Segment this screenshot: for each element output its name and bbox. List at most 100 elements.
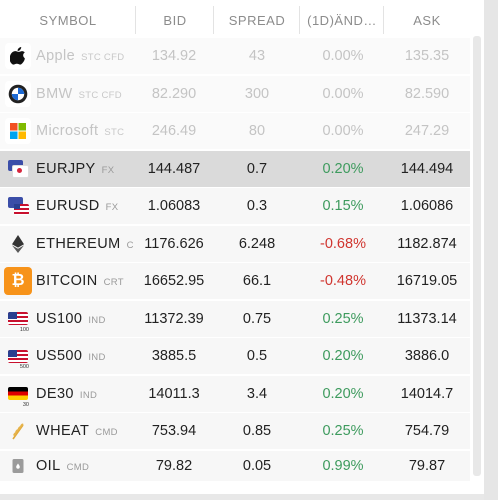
eur-jpy-flag-icon — [5, 156, 31, 182]
daily-change: 0.20% — [322, 160, 364, 177]
bid-price[interactable]: 144.487 — [136, 161, 212, 177]
column-header-spread[interactable]: SPREAD — [214, 0, 300, 40]
row-icon-cell — [0, 193, 36, 219]
ask-price[interactable]: 14014.7 — [384, 386, 470, 402]
symbol-type-tag: C — [126, 239, 134, 251]
germany-flag-icon: 30 — [5, 381, 31, 408]
table-row[interactable]: OIL CMD 79.82 0.05 0.99% 79.87 — [0, 450, 470, 481]
table-row[interactable]: WHEAT CMD 753.94 0.85 0.25% 754.79 — [0, 413, 470, 449]
bid-price[interactable]: 11372.39 — [136, 311, 212, 327]
symbol-name: WHEAT — [36, 423, 90, 439]
daily-change: 0.99% — [322, 457, 364, 474]
bid-price[interactable]: 3885.5 — [136, 348, 212, 364]
apple-icon — [5, 43, 31, 69]
symbol-type-tag: STC — [104, 127, 125, 138]
symbol-cell: Microsoft STC — [36, 123, 136, 139]
bid-price[interactable]: 753.94 — [136, 423, 212, 439]
ask-price[interactable]: 16719.05 — [384, 273, 470, 289]
watchlist-panel: SYMBOL BID SPREAD (1D)ÄND… ASK Apple STC … — [0, 0, 484, 494]
table-row[interactable]: EURJPY FX 144.487 0.7 0.20% 144.494 — [0, 150, 470, 187]
symbol-cell: BITCOIN CRT — [36, 273, 136, 289]
ask-price[interactable]: 247.29 — [384, 123, 470, 139]
symbol-cell: Apple STC CFD — [36, 48, 136, 64]
symbol-type-tag: FX — [101, 164, 115, 176]
ask-price[interactable]: 1182.874 — [384, 236, 470, 252]
row-icon-cell: ₿ — [0, 267, 36, 295]
daily-change: 0.20% — [322, 385, 364, 402]
table-row[interactable]: 100 US100 IND 11372.39 0.75 0.25% 11373.14 — [0, 300, 470, 337]
bid-price[interactable]: 79.82 — [136, 458, 212, 474]
column-header-change[interactable]: (1D)ÄND… — [300, 0, 384, 40]
table-row[interactable]: ETHEREUM C 1176.626 6.248 -0.68% 1182.874 — [0, 225, 470, 262]
row-icon-cell — [0, 453, 36, 479]
bid-price[interactable]: 134.92 — [136, 48, 212, 64]
bid-price[interactable]: 82.290 — [136, 86, 212, 102]
symbol-name: EURJPY — [36, 160, 96, 177]
symbol-name: DE30 — [36, 385, 74, 402]
symbol-name: ETHEREUM — [36, 235, 121, 252]
symbol-type-tag: FX — [105, 202, 119, 213]
ask-price[interactable]: 11373.14 — [384, 311, 470, 327]
column-header-bid[interactable]: BID — [136, 0, 214, 40]
bid-price[interactable]: 16652.95 — [136, 273, 212, 289]
spread-value: 80 — [248, 123, 266, 139]
daily-change: -0.48% — [320, 273, 366, 289]
symbol-name: BMW — [36, 85, 73, 102]
us-flag-icon: 500 — [5, 343, 31, 370]
table-row[interactable]: ₿ BITCOIN CRT 16652.95 66.1 -0.48% 16719.05 — [0, 263, 470, 299]
daily-change: 0.25% — [322, 310, 364, 327]
oil-barrel-icon — [5, 453, 31, 479]
symbol-name: OIL — [36, 457, 61, 474]
spread-value: 0.05 — [242, 457, 272, 474]
bid-price[interactable]: 14011.3 — [136, 386, 212, 402]
ask-price[interactable]: 3886.0 — [384, 348, 470, 364]
daily-change: 0.00% — [322, 85, 364, 102]
symbol-cell: EURUSD FX — [36, 198, 136, 214]
spread-value: 66.1 — [242, 273, 272, 289]
row-icon-cell — [0, 43, 36, 69]
ask-price[interactable]: 82.590 — [384, 86, 470, 102]
instrument-list: Apple STC CFD 134.92 43 0.00% 135.35 BMW STC CF… — [0, 38, 470, 482]
bid-price[interactable]: 1176.626 — [136, 236, 212, 252]
ask-price[interactable]: 144.494 — [384, 161, 470, 177]
symbol-type-tag: IND — [79, 389, 98, 401]
symbol-type-tag: STC CFD — [81, 52, 125, 63]
spread-value: 0.3 — [246, 198, 268, 214]
symbol-type-tag: CMD — [66, 461, 90, 473]
table-row[interactable]: BMW STC CFD 82.290 300 0.00% 82.590 — [0, 75, 470, 112]
daily-change: 0.25% — [322, 423, 364, 439]
daily-change: 0.00% — [322, 123, 364, 139]
scrollbar-track[interactable] — [484, 0, 498, 500]
bid-price[interactable]: 1.06083 — [136, 198, 212, 214]
symbol-cell: US100 IND — [36, 311, 136, 327]
daily-change: 0.00% — [322, 48, 364, 64]
symbol-type-tag: IND — [88, 314, 106, 326]
table-row[interactable]: 500 US500 IND 3885.5 0.5 0.20% 3886.0 — [0, 338, 470, 374]
symbol-type-tag: CMD — [95, 427, 118, 438]
table-row[interactable]: Microsoft STC 246.49 80 0.00% 247.29 — [0, 113, 470, 149]
scrollbar-thumb[interactable] — [473, 36, 481, 476]
row-icon-cell: 30 — [0, 381, 36, 408]
column-header-symbol[interactable]: SYMBOL — [0, 0, 136, 40]
table-row[interactable]: 30 DE30 IND 14011.3 3.4 0.20% 14014.7 — [0, 375, 470, 412]
daily-change: -0.68% — [320, 235, 366, 252]
daily-change: 0.15% — [322, 198, 364, 214]
ask-price[interactable]: 79.87 — [384, 458, 470, 474]
symbol-cell: OIL CMD — [36, 458, 136, 474]
symbol-type-tag: IND — [88, 352, 106, 363]
spread-value: 6.248 — [238, 235, 276, 252]
bid-price[interactable]: 246.49 — [136, 123, 212, 139]
symbol-cell: BMW STC CFD — [36, 86, 136, 102]
spread-value: 0.5 — [246, 348, 268, 364]
row-icon-cell: 500 — [0, 343, 36, 370]
ask-price[interactable]: 754.79 — [384, 423, 470, 439]
horizontal-scrollbar[interactable] — [0, 494, 484, 500]
symbol-cell: DE30 IND — [36, 386, 136, 402]
spread-value: 0.85 — [242, 423, 272, 439]
table-row[interactable]: Apple STC CFD 134.92 43 0.00% 135.35 — [0, 38, 470, 74]
ask-price[interactable]: 1.06086 — [384, 198, 470, 214]
ask-price[interactable]: 135.35 — [384, 48, 470, 64]
column-header-ask[interactable]: ASK — [384, 0, 470, 40]
table-row[interactable]: EURUSD FX 1.06083 0.3 0.15% 1.06086 — [0, 188, 470, 224]
row-icon-cell — [0, 231, 36, 257]
